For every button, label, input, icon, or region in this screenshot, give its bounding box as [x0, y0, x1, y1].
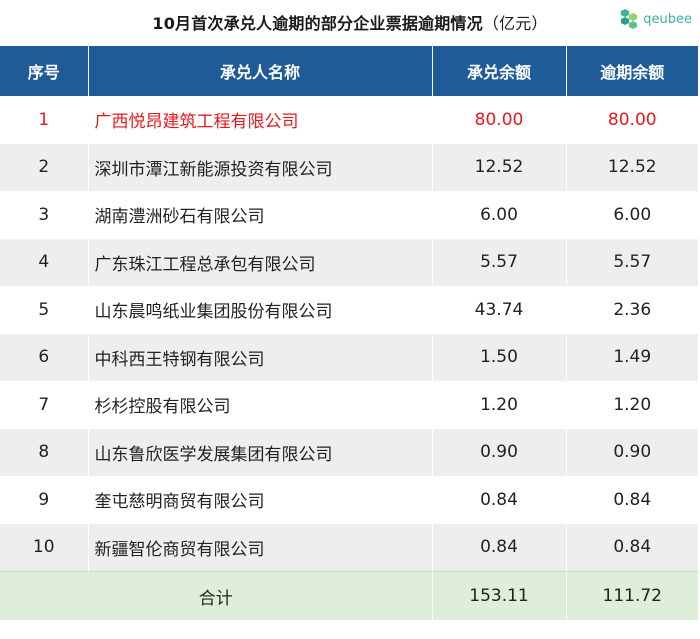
accept-balance: 43.74: [432, 286, 567, 334]
total-overdue-balance: 111.72: [566, 571, 698, 620]
page-title: 10月首次承兑人逾期的部分企业票据逾期情况（亿元）: [0, 10, 700, 34]
overdue-balance: 0.84: [566, 476, 698, 524]
table-row: 3 湖南澧洲砂石有限公司 6.00 6.00: [0, 191, 698, 239]
row-index: 7: [0, 381, 89, 429]
header-overdue-balance: 逾期余额: [566, 46, 698, 96]
header: 10月首次承兑人逾期的部分企业票据逾期情况（亿元） qeubee: [0, 0, 700, 46]
header-name: 承兑人名称: [88, 46, 433, 96]
qeubee-logo: qeubee: [618, 8, 692, 30]
overdue-balance: 12.52: [566, 143, 698, 191]
row-index: 3: [0, 191, 89, 239]
title-text: 10月首次承兑人逾期的部分企业票据逾期情况: [152, 14, 483, 33]
row-index: 2: [0, 143, 89, 191]
row-index: 8: [0, 428, 89, 476]
table-row: 9 奎屯慈明商贸有限公司 0.84 0.84: [0, 476, 698, 524]
overdue-balance: 6.00: [566, 191, 698, 239]
logo-text: qeubee: [643, 11, 692, 27]
total-row: 合计 153.11 111.72: [0, 571, 698, 620]
hexagon-cluster-icon: [621, 9, 638, 29]
acceptor-name: 湖南澧洲砂石有限公司: [88, 191, 433, 239]
page: 10月首次承兑人逾期的部分企业票据逾期情况（亿元） qeubee 序号 承兑人名…: [0, 0, 700, 639]
overdue-balance: 2.36: [566, 286, 698, 334]
row-index: 5: [0, 286, 89, 334]
table-row: 10 新疆智伦商贸有限公司 0.84 0.84: [0, 523, 698, 572]
acceptor-name: 山东鲁欣医学发展集团有限公司: [88, 428, 433, 476]
table-row: 1 广西悦昂建筑工程有限公司 80.00 80.00: [0, 96, 698, 144]
table-row: 2 深圳市潭江新能源投资有限公司 12.52 12.52: [0, 143, 698, 191]
acceptor-name: 杉杉控股有限公司: [88, 381, 433, 429]
overdue-balance: 5.57: [566, 238, 698, 286]
accept-balance: 0.84: [432, 476, 567, 524]
overdue-balance: 80.00: [566, 96, 698, 144]
table-row: 6 中科西王特钢有限公司 1.50 1.49: [0, 333, 698, 381]
row-index: 1: [0, 96, 89, 144]
table-row: 4 广东珠江工程总承包有限公司 5.57 5.57: [0, 238, 698, 286]
row-index: 4: [0, 238, 89, 286]
overdue-table: 序号 承兑人名称 承兑余额 逾期余额 1 广西悦昂建筑工程有限公司 80.00 …: [0, 46, 698, 620]
overdue-balance: 1.20: [566, 381, 698, 429]
accept-balance: 6.00: [432, 191, 567, 239]
accept-balance: 1.50: [432, 333, 567, 381]
total-accept-balance: 153.11: [432, 571, 567, 620]
acceptor-name: 新疆智伦商贸有限公司: [88, 523, 433, 572]
accept-balance: 80.00: [432, 96, 567, 144]
acceptor-name: 山东晨鸣纸业集团股份有限公司: [88, 286, 433, 334]
table-row: 8 山东鲁欣医学发展集团有限公司 0.90 0.90: [0, 428, 698, 476]
accept-balance: 0.90: [432, 428, 567, 476]
table-row: 7 杉杉控股有限公司 1.20 1.20: [0, 381, 698, 429]
overdue-balance: 0.84: [566, 523, 698, 572]
row-index: 9: [0, 476, 89, 524]
row-index: 10: [0, 523, 89, 572]
acceptor-name: 奎屯慈明商贸有限公司: [88, 476, 433, 524]
accept-balance: 12.52: [432, 143, 567, 191]
table-header-row: 序号 承兑人名称 承兑余额 逾期余额: [0, 46, 698, 96]
header-index: 序号: [0, 46, 89, 96]
total-label: 合计: [0, 571, 433, 620]
acceptor-name: 广东珠江工程总承包有限公司: [88, 238, 433, 286]
title-unit: （亿元）: [482, 14, 548, 33]
accept-balance: 0.84: [432, 523, 567, 572]
acceptor-name: 广西悦昂建筑工程有限公司: [88, 96, 433, 144]
accept-balance: 1.20: [432, 381, 567, 429]
header-accept-balance: 承兑余额: [432, 46, 567, 96]
acceptor-name: 中科西王特钢有限公司: [88, 333, 433, 381]
table-row: 5 山东晨鸣纸业集团股份有限公司 43.74 2.36: [0, 286, 698, 334]
row-index: 6: [0, 333, 89, 381]
overdue-balance: 0.90: [566, 428, 698, 476]
accept-balance: 5.57: [432, 238, 567, 286]
overdue-balance: 1.49: [566, 333, 698, 381]
acceptor-name: 深圳市潭江新能源投资有限公司: [88, 143, 433, 191]
